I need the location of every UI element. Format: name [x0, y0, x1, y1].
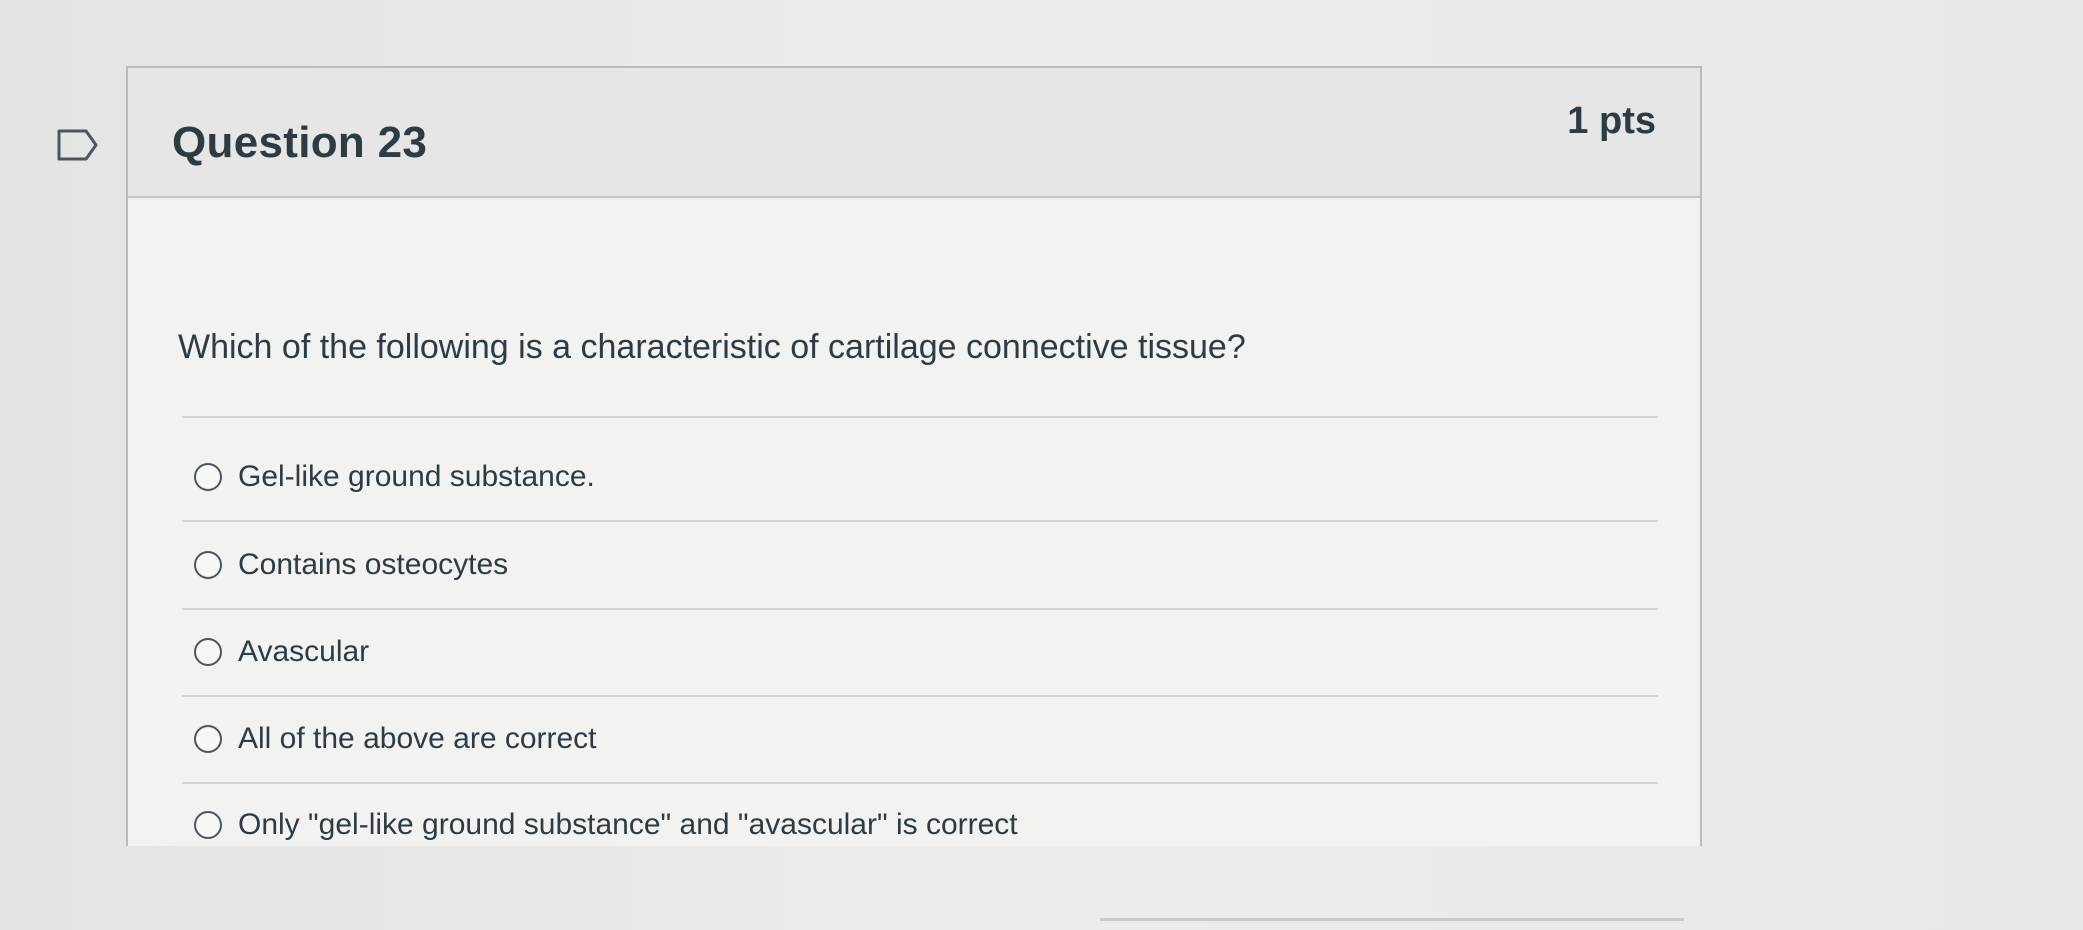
- question-points: 1 pts: [1567, 100, 1656, 142]
- question-title: Question 23: [172, 118, 428, 167]
- answer-option-4[interactable]: All of the above are correct: [194, 722, 597, 756]
- radio-button[interactable]: [194, 463, 222, 491]
- answer-label: Only "gel-like ground substance" and "av…: [238, 808, 1018, 841]
- next-card-edge: [1100, 918, 1684, 921]
- answer-option-5[interactable]: Only "gel-like ground substance" and "av…: [194, 808, 1018, 842]
- radio-button[interactable]: [194, 725, 222, 753]
- radio-button[interactable]: [194, 811, 222, 839]
- divider: [182, 520, 1658, 522]
- bookmark-flag-icon[interactable]: [56, 128, 100, 162]
- divider: [182, 695, 1658, 697]
- radio-button[interactable]: [194, 638, 222, 666]
- question-body: Which of the following is a characterist…: [128, 198, 1700, 846]
- divider: [182, 608, 1658, 610]
- question-card: Question 23 1 pts Which of the following…: [126, 66, 1702, 846]
- answer-label: All of the above are correct: [238, 722, 597, 755]
- answer-option-3[interactable]: Avascular: [194, 635, 369, 669]
- quiz-page: Question 23 1 pts Which of the following…: [0, 0, 2083, 930]
- divider: [182, 416, 1658, 418]
- question-header: Question 23 1 pts: [128, 68, 1700, 198]
- question-text: Which of the following is a characterist…: [178, 328, 1246, 366]
- answer-label: Avascular: [238, 635, 370, 668]
- answer-option-2[interactable]: Contains osteocytes: [194, 548, 508, 582]
- answer-label: Contains osteocytes: [238, 548, 509, 581]
- answer-label: Gel-like ground substance.: [238, 460, 595, 493]
- radio-button[interactable]: [194, 551, 222, 579]
- divider: [182, 782, 1658, 784]
- answer-option-1[interactable]: Gel-like ground substance.: [194, 460, 595, 494]
